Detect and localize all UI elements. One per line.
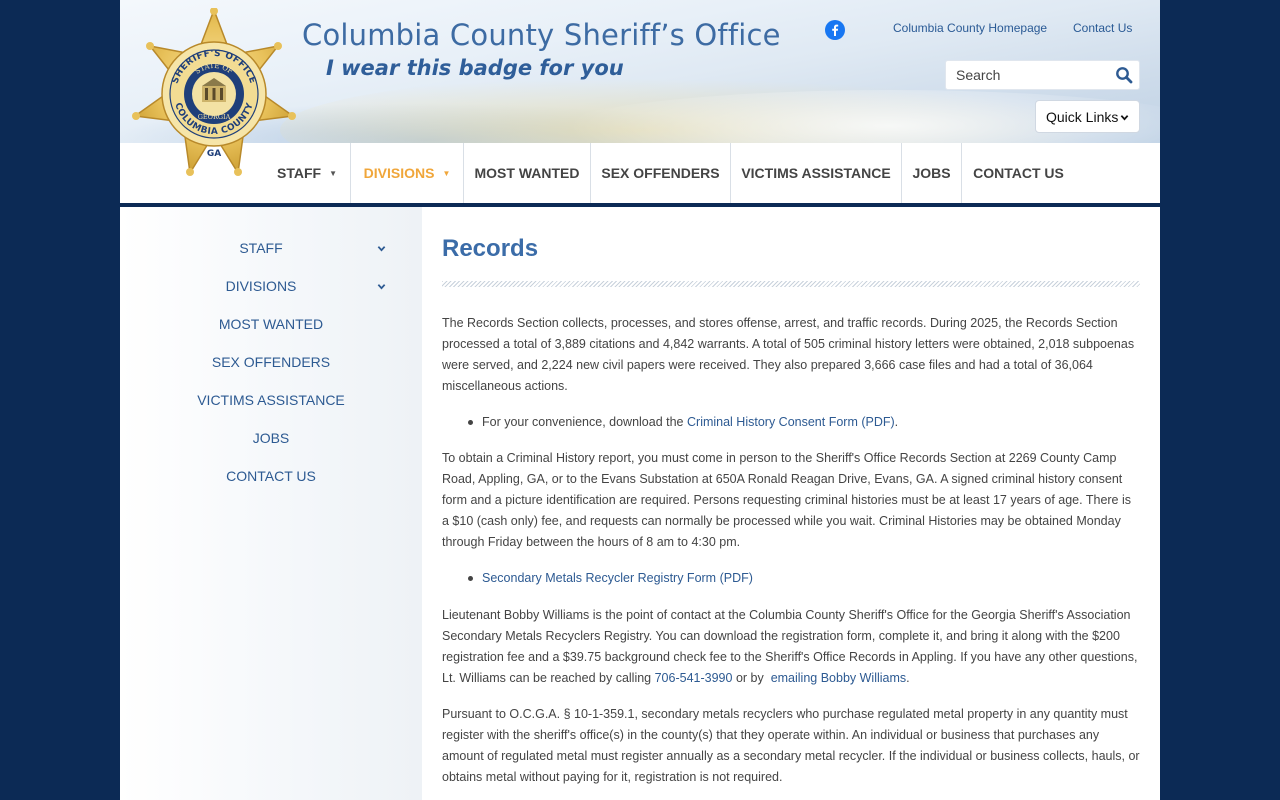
sidebar-item-contact-us[interactable]: CONTACT US <box>120 457 422 495</box>
nav-most-wanted[interactable]: MOST WANTED <box>464 143 591 203</box>
page: Columbia County Sheriff’s Office I wear … <box>120 0 1160 800</box>
nav-sex-offenders[interactable]: SEX OFFENDERS <box>591 143 731 203</box>
sidebar-item-victims-assistance[interactable]: VICTIMS ASSISTANCE <box>120 381 422 419</box>
sidebar-item-staff[interactable]: STAFF <box>120 229 422 267</box>
paragraph-text: or by <box>732 671 771 685</box>
records-intro-paragraph: The Records Section collects, processes,… <box>442 316 1135 393</box>
nav-victims-assistance[interactable]: VICTIMS ASSISTANCE <box>731 143 902 203</box>
nav-contact-us[interactable]: CONTACT US <box>962 143 1075 203</box>
facebook-icon[interactable] <box>825 20 845 40</box>
page-title: Records <box>442 235 539 262</box>
sidebar-item-label: JOBS <box>252 430 290 446</box>
paragraph-text: . <box>906 671 910 685</box>
criminal-history-form-link[interactable]: Criminal History Consent Form (PDF) <box>687 415 895 429</box>
email-link[interactable]: emailing Bobby Williams <box>771 671 906 685</box>
criminal-history-paragraph: To obtain a Criminal History report, you… <box>442 451 1132 549</box>
sidebar-nav: STAFF DIVISIONS MOST WANTED SEX OFFENDER… <box>120 207 422 800</box>
metals-registry-paragraph: Lieutenant Bobby Williams is the point o… <box>442 605 1140 689</box>
sidebar-item-label: DIVISIONS <box>225 278 297 294</box>
list-item: For your convenience, download the Crimi… <box>467 412 899 433</box>
sheriff-badge-logo[interactable]: SHERIFF'S OFFICE STATE OF GEORGIA COLUMB… <box>130 8 298 180</box>
sidebar-item-jobs[interactable]: JOBS <box>120 419 422 457</box>
chevron-down-icon[interactable] <box>377 244 386 253</box>
chevron-down-icon[interactable] <box>377 282 386 291</box>
ocga-paragraph: Pursuant to O.C.G.A. § 10-1-359.1, secon… <box>442 707 1140 784</box>
title-divider <box>442 281 1140 287</box>
svg-text:GA: GA <box>207 149 221 159</box>
nav-label: SEX OFFENDERS <box>601 165 720 181</box>
sidebar-item-divisions[interactable]: DIVISIONS <box>120 267 422 305</box>
nav-label: DIVISIONS <box>363 165 435 181</box>
metals-registry-form-link[interactable]: Secondary Metals Recycler Registry Form … <box>482 571 753 585</box>
list-item: Secondary Metals Recycler Registry Form … <box>468 568 753 589</box>
nav-divisions[interactable]: DIVISIONS ▼ <box>351 143 464 203</box>
sidebar-item-label: SEX OFFENDERS <box>211 354 331 370</box>
bullet-text: For your convenience, download the <box>482 415 687 429</box>
nav-label: VICTIMS ASSISTANCE <box>741 165 891 181</box>
svg-text:GEORGIA: GEORGIA <box>198 113 231 121</box>
chevron-down-icon <box>1120 115 1129 121</box>
sidebar-item-label: MOST WANTED <box>218 316 324 332</box>
site-tagline: I wear this badge for you <box>326 56 624 80</box>
sidebar-item-label: VICTIMS ASSISTANCE <box>197 392 345 408</box>
caret-down-icon: ▼ <box>442 168 451 178</box>
sidebar-item-label: CONTACT US <box>226 468 316 484</box>
header-contact-link[interactable]: Contact Us <box>1073 21 1132 35</box>
search-input[interactable] <box>946 61 1111 89</box>
caret-down-icon: ▼ <box>329 168 337 178</box>
nav-label: MOST WANTED <box>474 165 580 181</box>
nav-label: CONTACT US <box>973 165 1064 181</box>
quick-links-label: Quick Links <box>1046 109 1119 125</box>
sidebar-item-most-wanted[interactable]: MOST WANTED <box>120 305 422 343</box>
quick-links-select[interactable]: Quick Links <box>1035 100 1140 133</box>
search-icon[interactable] <box>1115 66 1133 84</box>
county-homepage-link[interactable]: Columbia County Homepage <box>893 21 1047 35</box>
sidebar-item-label: STAFF <box>239 240 283 256</box>
search-box <box>945 60 1140 90</box>
site-title[interactable]: Columbia County Sheriff’s Office <box>302 18 781 52</box>
sidebar-item-sex-offenders[interactable]: SEX OFFENDERS <box>120 343 422 381</box>
bullet-text: . <box>894 415 899 429</box>
nav-jobs[interactable]: JOBS <box>902 143 962 203</box>
nav-label: JOBS <box>912 165 951 181</box>
phone-link[interactable]: 706-541-3990 <box>655 671 733 685</box>
